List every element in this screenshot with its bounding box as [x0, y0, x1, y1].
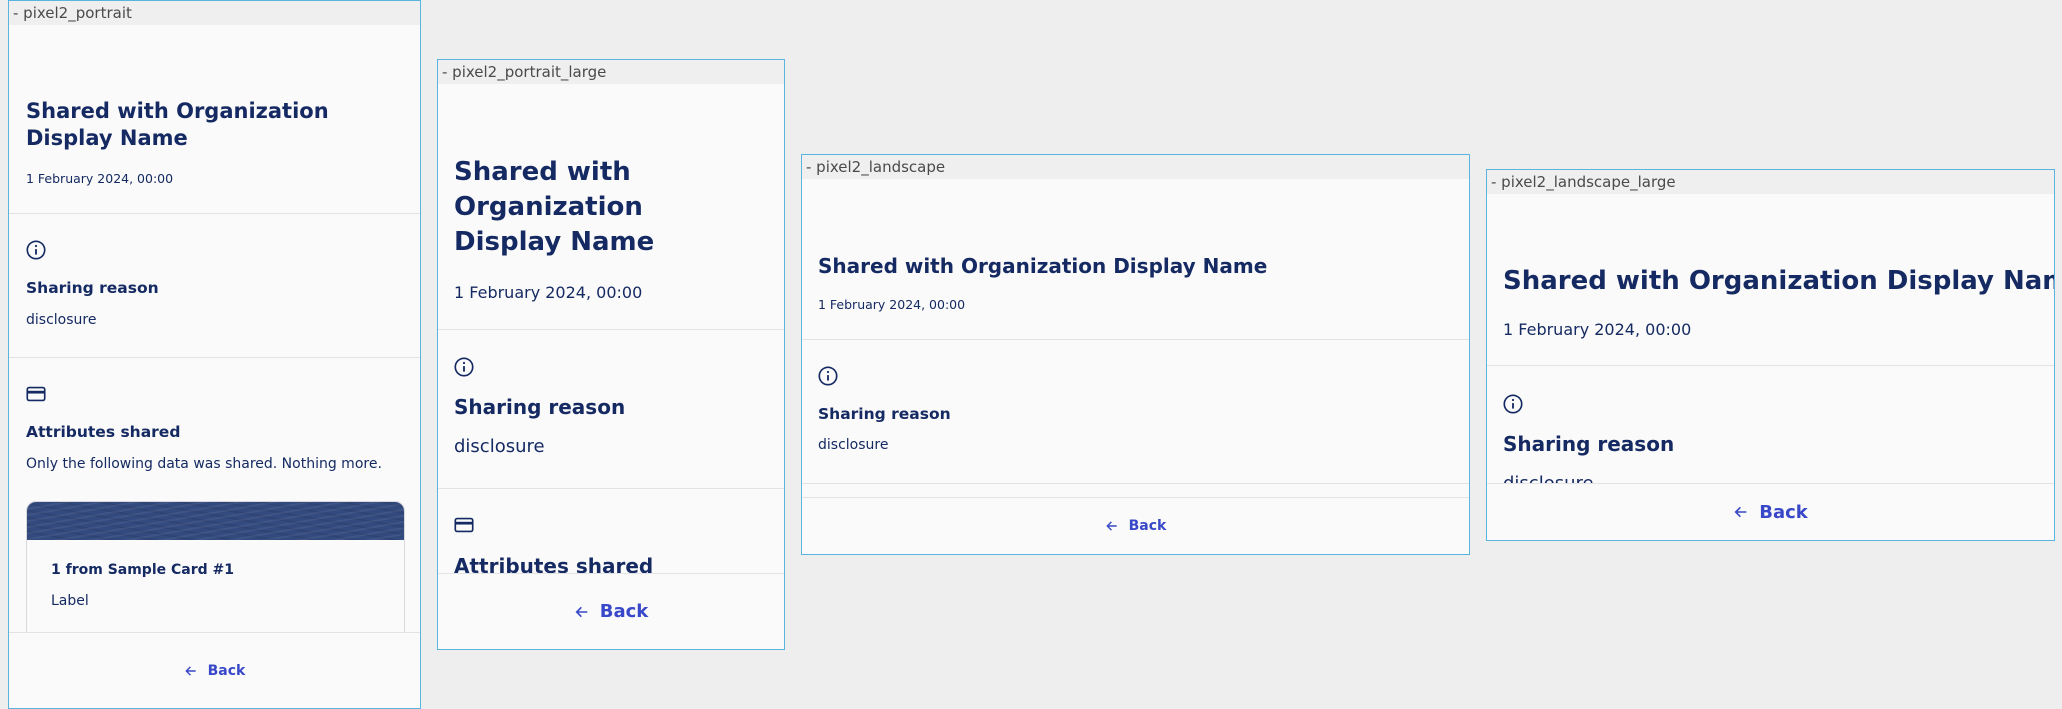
- share-date: 1 February 2024, 00:00: [26, 171, 174, 186]
- frame-label: - pixel2_landscape: [802, 155, 1469, 179]
- back-button-label: Back: [1759, 501, 1808, 523]
- frame-pixel2-portrait: - pixel2_portrait Shared with Organizati…: [8, 0, 421, 709]
- info-icon: [26, 240, 46, 260]
- back-button[interactable]: Back: [1733, 502, 1808, 523]
- info-icon: [454, 357, 474, 377]
- page-title: Shared with Organization Display Name: [454, 157, 655, 258]
- back-button-label: Back: [599, 601, 649, 622]
- sharing-reason-title: Sharing reason: [26, 279, 159, 297]
- sharing-reason-title: Sharing reason: [1503, 432, 1675, 456]
- back-button[interactable]: Back: [1105, 518, 1167, 534]
- divider: [802, 339, 1469, 340]
- frame-pixel2-landscape-large: - pixel2_landscape_large Shared with Org…: [1486, 169, 2055, 541]
- page-title: Shared with Organization Display Name: [818, 254, 1268, 278]
- frame-pixel2-landscape: - pixel2_landscape Shared with Organizat…: [801, 154, 1470, 555]
- frame-pixel2-portrait-large: - pixel2_portrait_large Shared with Orga…: [437, 59, 785, 650]
- info-icon: [1503, 394, 1523, 414]
- sharing-reason-value: disclosure: [818, 437, 889, 453]
- screen-content: Shared with Organization Display Name 1 …: [1487, 194, 2054, 484]
- card-item-title: 1 from Sample Card #1: [51, 562, 234, 578]
- arrow-left-icon: [184, 665, 196, 676]
- arrow-left-icon: [1734, 506, 1747, 518]
- back-button[interactable]: Back: [574, 601, 649, 622]
- attributes-shared-description: Only the following data was shared. Noth…: [26, 456, 382, 472]
- back-button-label: Back: [207, 662, 246, 679]
- attributes-shared-title: Attributes shared: [26, 423, 181, 441]
- card-header-image: [27, 502, 404, 540]
- footer: Back: [438, 573, 784, 649]
- attributes-shared-title: Attributes shared: [454, 554, 654, 574]
- divider: [1487, 365, 2054, 366]
- info-icon: [818, 366, 838, 386]
- arrow-left-icon: [1105, 521, 1117, 531]
- footer: Back: [802, 497, 1469, 554]
- page-title: Shared with Organization Display Name: [26, 99, 329, 151]
- back-button-label: Back: [1128, 518, 1167, 534]
- divider: [438, 329, 784, 330]
- footer: Back: [1487, 483, 2054, 540]
- sharing-reason-title: Sharing reason: [454, 395, 626, 419]
- divider: [802, 483, 1469, 484]
- divider: [9, 357, 420, 358]
- back-button[interactable]: Back: [184, 662, 246, 679]
- card-item-label: Label: [51, 593, 89, 609]
- credit-card-icon: [454, 517, 474, 533]
- share-date: 1 February 2024, 00:00: [818, 297, 966, 312]
- footer: Back: [9, 632, 420, 708]
- frame-label: - pixel2_portrait: [9, 1, 420, 25]
- share-date: 1 February 2024, 00:00: [454, 283, 643, 302]
- shared-card[interactable]: 1 from Sample Card #1 Label: [26, 501, 405, 633]
- sharing-reason-value: disclosure: [454, 436, 545, 457]
- divider: [9, 213, 420, 214]
- credit-card-icon: [26, 386, 46, 402]
- arrow-left-icon: [575, 606, 588, 617]
- screen-content: Shared with Organization Display Name 1 …: [9, 25, 420, 633]
- frame-label: - pixel2_portrait_large: [438, 60, 784, 84]
- screen-content: Shared with Organization Display Name 1 …: [438, 84, 784, 574]
- sharing-reason-title: Sharing reason: [818, 405, 951, 423]
- page-title: Shared with Organization Display Name: [1503, 266, 2054, 296]
- screen-content: Shared with Organization Display Name 1 …: [802, 179, 1469, 498]
- sharing-reason-value: disclosure: [26, 312, 97, 328]
- divider: [438, 488, 784, 489]
- frame-label: - pixel2_landscape_large: [1487, 170, 2054, 194]
- share-date: 1 February 2024, 00:00: [1503, 320, 1692, 339]
